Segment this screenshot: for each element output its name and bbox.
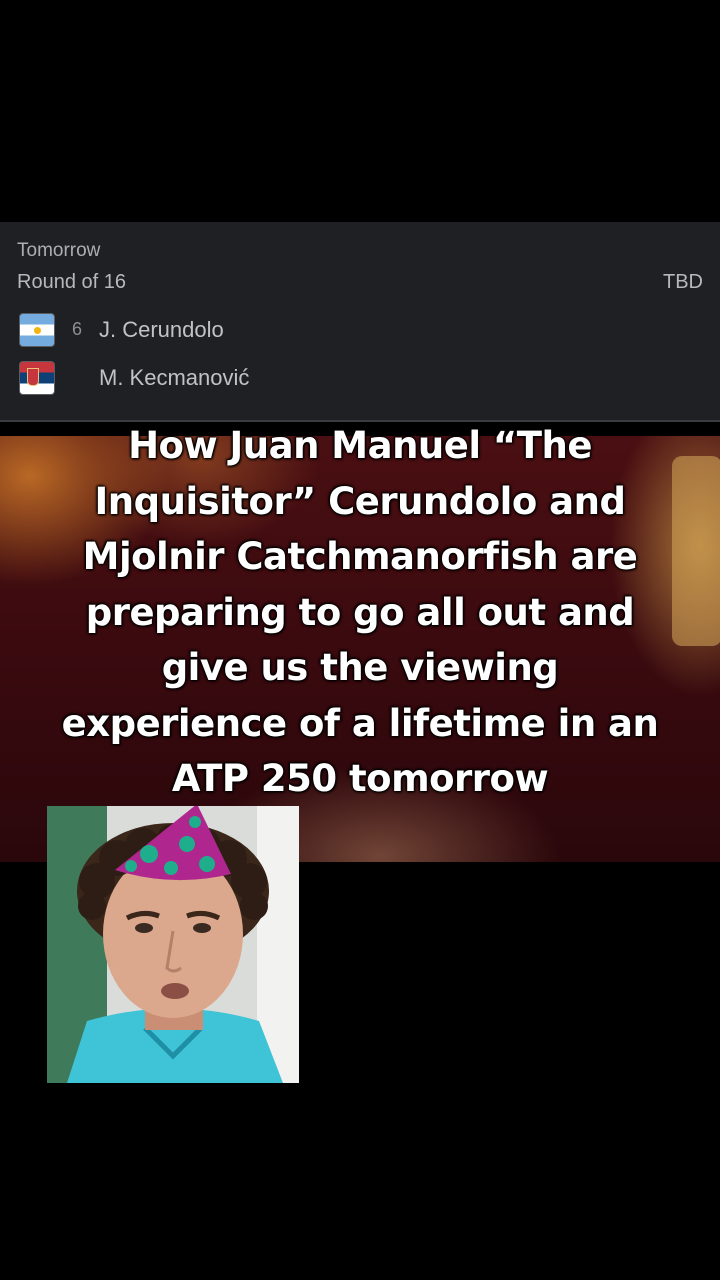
player-name: J. Cerundolo: [99, 317, 224, 342]
caption-line: How Juan Manuel “The: [128, 424, 592, 467]
argentina-flag-icon: [19, 313, 55, 347]
match-date: Tomorrow: [17, 240, 101, 261]
match-round: Round of 16: [17, 271, 126, 293]
player-portrait-image: [47, 806, 299, 1083]
match-card[interactable]: Tomorrow Round of 16 TBD 6 J. Cerundolo …: [0, 222, 720, 422]
player-seed: 6: [72, 319, 83, 339]
caption-line: Inquisitor” Cerundolo and: [94, 479, 626, 523]
caption-line: ATP 250 tomorrow: [171, 757, 549, 800]
caption-line: give us the viewing: [161, 646, 559, 689]
caption-line: experience of a lifetime in an: [61, 701, 659, 745]
meme-caption: How Juan Manuel “The Inquisitor” Cerundo…: [10, 418, 710, 807]
player-photo: [47, 806, 299, 1083]
caption-line: preparing to go all out and: [85, 590, 635, 634]
serbia-flag-icon: [19, 361, 55, 395]
player-row-cerundolo[interactable]: 6 J. Cerundolo: [0, 313, 720, 349]
caption-line: Mjolnir Catchmanorfish are: [82, 535, 638, 578]
match-status: TBD: [663, 271, 703, 293]
player-row-kecmanovic[interactable]: M. Kecmanović: [0, 361, 720, 397]
player-name: M. Kecmanović: [99, 365, 250, 390]
